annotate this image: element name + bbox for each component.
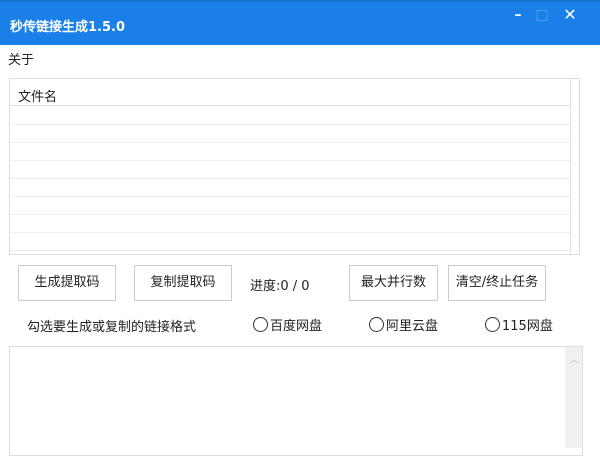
column-header-filename[interactable]: 文件名 <box>10 79 570 106</box>
minimize-button[interactable]: – <box>506 4 530 28</box>
maximize-button[interactable]: □ <box>530 4 554 28</box>
radio-label: 阿里云盘 <box>386 319 439 334</box>
table-row <box>10 214 570 215</box>
radio-circle-icon <box>369 317 384 332</box>
close-button[interactable]: ✕ <box>558 4 582 28</box>
clear-stop-button[interactable]: 清空/终止任务 <box>448 265 546 301</box>
format-hint-label: 勾选要生成或复制的链接格式 <box>27 320 197 335</box>
title-bar: 秒传链接生成1.5.0 – □ ✕ <box>0 0 600 45</box>
max-parallel-button[interactable]: 最大并行数 <box>349 265 438 301</box>
window-title: 秒传链接生成1.5.0 <box>10 20 126 35</box>
about-menu[interactable]: 关于 <box>8 49 34 68</box>
file-table[interactable]: 文件名 <box>9 78 580 255</box>
table-row <box>10 160 570 161</box>
copy-code-button[interactable]: 复制提取码 <box>134 265 232 301</box>
radio-circle-icon <box>253 317 268 332</box>
column-divider <box>570 79 571 254</box>
table-row <box>10 232 570 233</box>
table-row <box>10 124 570 125</box>
radio-label: 百度网盘 <box>270 319 323 334</box>
radio-aliyun[interactable]: 阿里云盘 <box>369 315 438 334</box>
generate-code-button[interactable]: 生成提取码 <box>18 265 116 301</box>
table-row <box>10 250 570 251</box>
progress-text: 进度:0 / 0 <box>250 279 310 294</box>
table-row <box>10 178 570 179</box>
radio-circle-icon <box>485 317 500 332</box>
output-textarea[interactable] <box>9 346 583 456</box>
table-row <box>10 196 570 197</box>
table-row <box>10 142 570 143</box>
radio-baidu[interactable]: 百度网盘 <box>253 315 322 334</box>
scroll-up-arrow-icon[interactable]: ︿ <box>569 351 579 366</box>
output-scrollbar[interactable]: ︿ <box>565 347 582 448</box>
radio-label: 115网盘 <box>502 319 553 334</box>
radio-115[interactable]: 115网盘 <box>485 315 553 334</box>
